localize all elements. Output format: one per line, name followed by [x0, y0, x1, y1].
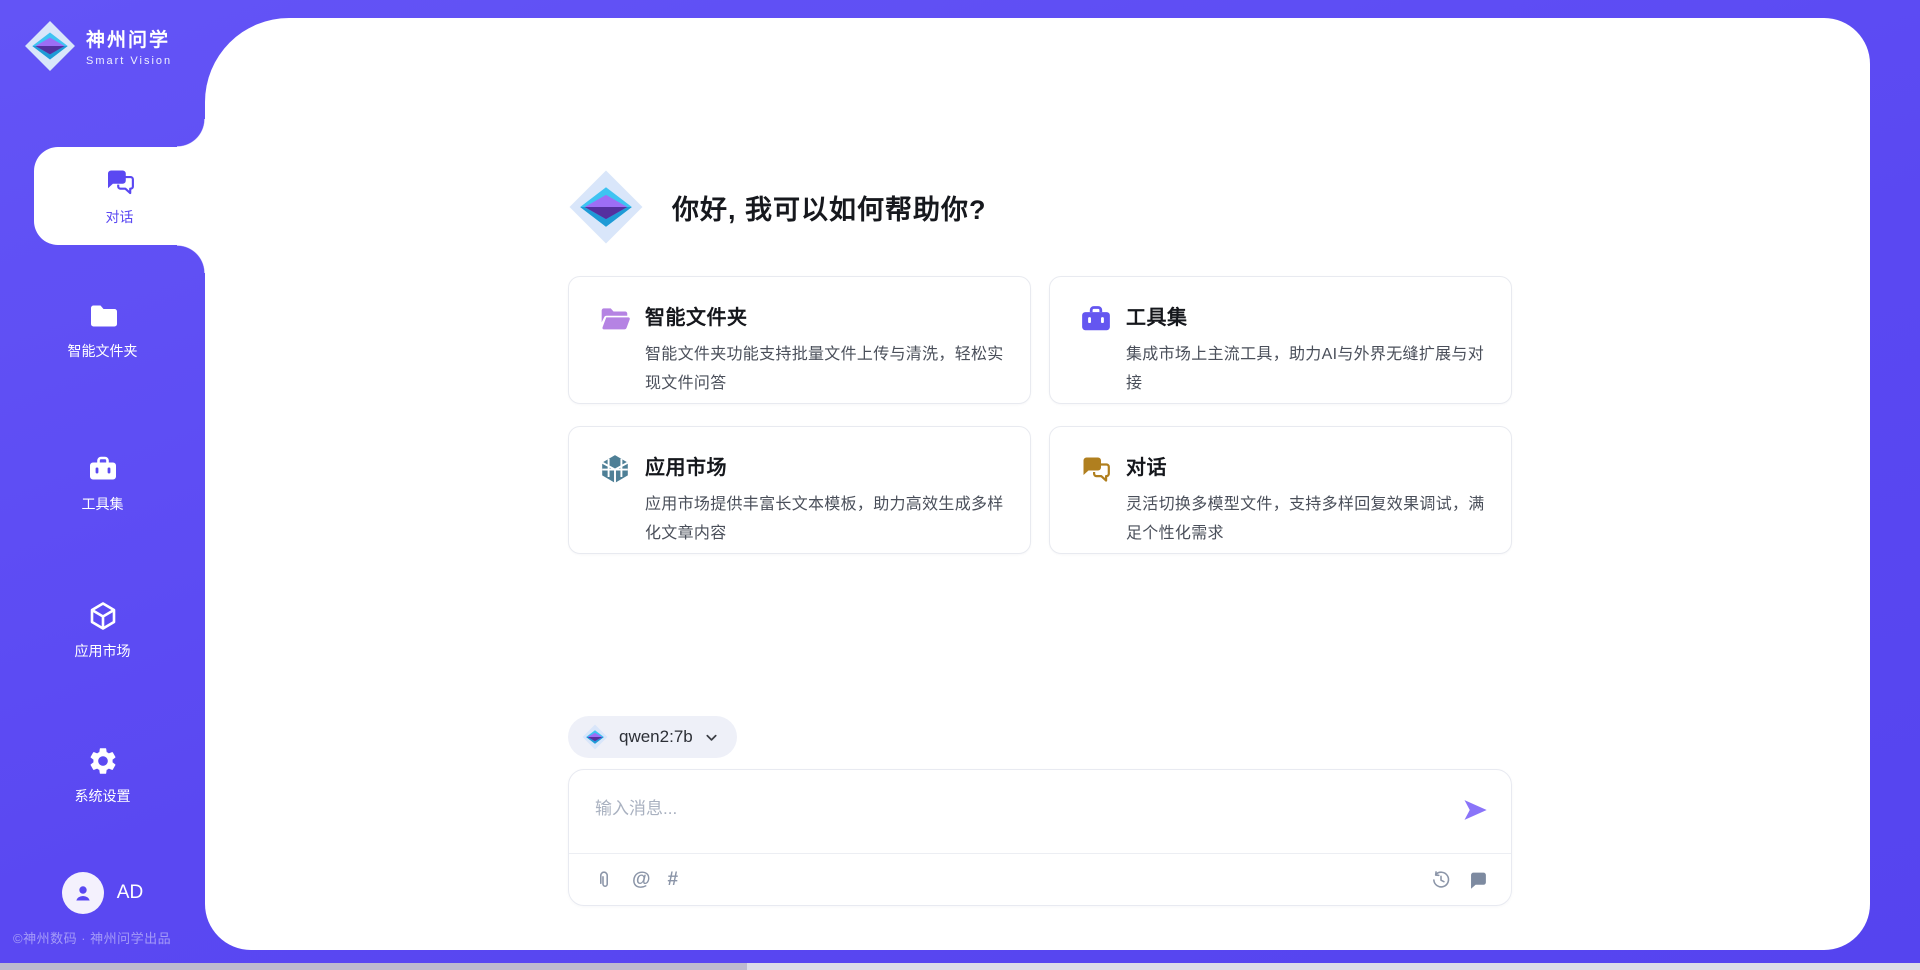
card-title: 应用市场: [645, 451, 1004, 480]
gear-icon: [87, 745, 119, 777]
cube-icon: [87, 600, 119, 632]
user-initials: AD: [117, 882, 143, 904]
sidebar-item-label: 工具集: [82, 494, 124, 514]
user-profile[interactable]: AD: [0, 872, 205, 914]
card-description: 智能文件夹功能支持批量文件上传与清洗，轻松实现文件问答: [645, 340, 1004, 398]
diamond-logo-icon: [24, 20, 76, 72]
chevron-down-icon: [704, 730, 719, 745]
user-icon: [71, 881, 95, 905]
app-name: 神州问学: [86, 25, 172, 52]
card-app-market[interactable]: 应用市场 应用市场提供丰富长文本模板，助力高效生成多样化文章内容: [568, 426, 1031, 554]
card-smart-folder[interactable]: 智能文件夹 智能文件夹功能支持批量文件上传与清洗，轻松实现文件问答: [568, 276, 1031, 404]
content-panel: 你好, 我可以如何帮助你? 智能文件夹 智能文件夹功能支持批量文件上传与清洗，轻…: [205, 18, 1870, 950]
sidebar-item-label: 应用市场: [75, 641, 131, 661]
model-name: qwen2:7b: [619, 727, 693, 747]
folder-icon: [87, 300, 119, 332]
folder-open-icon: [599, 303, 631, 335]
feature-cards: 智能文件夹 智能文件夹功能支持批量文件上传与清洗，轻松实现文件问答 工具集 集成…: [568, 276, 1512, 554]
chat-bubbles-icon: [104, 166, 136, 198]
card-description: 灵活切换多模型文件，支持多样回复效果调试，满足个性化需求: [1126, 490, 1485, 548]
sidebar-item-label: 对话: [106, 207, 134, 227]
card-title: 智能文件夹: [645, 301, 1004, 330]
app-logo: 神州问学 Smart Vision: [24, 20, 172, 72]
toolbox-icon: [87, 453, 119, 485]
cube-grid-icon: [599, 453, 631, 485]
message-input[interactable]: [569, 770, 1419, 848]
sidebar-item-settings[interactable]: 系统设置: [0, 729, 205, 821]
sidebar-item-toolset[interactable]: 工具集: [0, 437, 205, 529]
conversations-icon[interactable]: [1467, 869, 1489, 891]
sidebar-item-app-market[interactable]: 应用市场: [0, 584, 205, 676]
diamond-logo-icon: [582, 724, 608, 750]
sidebar: 神州问学 Smart Vision 对话 智能文件夹 工具集 应用市场: [0, 0, 205, 970]
horizontal-scrollbar[interactable]: [0, 963, 1920, 970]
card-description: 集成市场上主流工具，助力AI与外界无缝扩展与对接: [1126, 340, 1485, 398]
sidebar-item-chat[interactable]: 对话: [34, 147, 205, 245]
history-icon[interactable]: [1430, 869, 1452, 891]
card-title: 工具集: [1126, 301, 1485, 330]
copyright-text: ©神州数码 · 神州问学出品: [13, 928, 171, 947]
send-icon[interactable]: [1461, 796, 1489, 824]
mention-icon[interactable]: @: [632, 869, 651, 891]
avatar: [62, 872, 104, 914]
chat-bubbles-icon: [1080, 453, 1112, 485]
card-toolset[interactable]: 工具集 集成市场上主流工具，助力AI与外界无缝扩展与对接: [1049, 276, 1512, 404]
card-description: 应用市场提供丰富长文本模板，助力高效生成多样化文章内容: [645, 490, 1004, 548]
sidebar-item-label: 系统设置: [75, 786, 131, 806]
greeting-block: 你好, 我可以如何帮助你?: [568, 168, 987, 246]
sidebar-item-label: 智能文件夹: [68, 341, 138, 361]
greeting-title: 你好, 我可以如何帮助你?: [672, 188, 987, 227]
app-subtitle: Smart Vision: [86, 55, 172, 67]
card-chat[interactable]: 对话 灵活切换多模型文件，支持多样回复效果调试，满足个性化需求: [1049, 426, 1512, 554]
diamond-logo-icon: [568, 169, 644, 245]
topic-icon[interactable]: #: [668, 869, 679, 891]
toolbox-icon: [1080, 303, 1112, 335]
composer-toolbar: @ #: [569, 854, 1511, 906]
sidebar-item-smart-folder[interactable]: 智能文件夹: [0, 284, 205, 376]
model-selector[interactable]: qwen2:7b: [568, 716, 737, 758]
main-column: 你好, 我可以如何帮助你? 智能文件夹 智能文件夹功能支持批量文件上传与清洗，轻…: [568, 18, 1512, 950]
card-title: 对话: [1126, 451, 1485, 480]
attachment-icon[interactable]: [593, 869, 615, 891]
chat-composer: @ #: [568, 769, 1512, 906]
